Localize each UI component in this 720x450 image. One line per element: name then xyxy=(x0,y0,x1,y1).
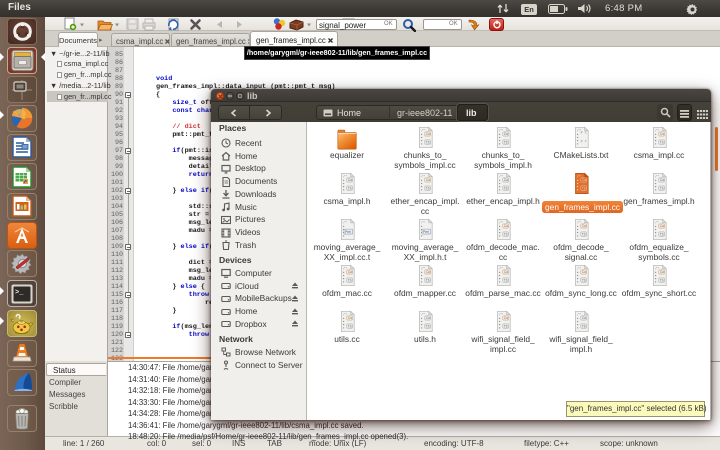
svg-text:/*: /* xyxy=(421,267,425,272)
svg-text:Ca: Ca xyxy=(426,316,430,320)
svg-text:Tb: Tb xyxy=(348,186,352,190)
svg-text:/*: /* xyxy=(421,175,425,180)
svg-text:Tb: Tb xyxy=(660,278,664,282)
svg-text:Tb: Tb xyxy=(504,232,508,236)
svg-text:# T: # T xyxy=(580,140,586,144)
svg-text:Ca: Ca xyxy=(660,178,664,182)
svg-text:/*: /* xyxy=(655,129,659,134)
svg-text:/*: /* xyxy=(499,313,503,318)
svg-text:Tb: Tb xyxy=(660,232,664,236)
svg-text:Tb: Tb xyxy=(426,278,430,282)
svg-text:Perl: Perl xyxy=(345,230,351,234)
svg-text:Tb: Tb xyxy=(582,278,586,282)
svg-text:/*: /* xyxy=(343,267,347,272)
svg-text:/*: /* xyxy=(577,313,581,318)
svg-text:/*: /* xyxy=(499,129,503,134)
svg-text:Tb: Tb xyxy=(504,278,508,282)
svg-text:Ca: Ca xyxy=(504,224,508,228)
svg-text:Ca: Ca xyxy=(582,316,586,320)
svg-text:Ca: Ca xyxy=(660,132,664,136)
svg-text:>_: >_ xyxy=(15,289,24,297)
svg-text:Ca: Ca xyxy=(504,316,508,320)
svg-text:/*: /* xyxy=(499,175,503,180)
svg-text:Tb: Tb xyxy=(582,232,586,236)
svg-text:/*: /* xyxy=(343,221,347,226)
svg-text:Ca: Ca xyxy=(426,132,430,136)
svg-text:/*: /* xyxy=(655,221,659,226)
svg-text:Ca: Ca xyxy=(504,132,508,136)
svg-text:Tb: Tb xyxy=(426,324,430,328)
svg-text:/*: /* xyxy=(499,267,503,272)
svg-text:/*: /* xyxy=(655,175,659,180)
svg-text:/*: /* xyxy=(577,175,581,180)
svg-text:Ca: Ca xyxy=(348,178,352,182)
svg-text:Ca: Ca xyxy=(582,224,586,228)
svg-text:Ca: Ca xyxy=(660,224,664,228)
svg-text:/*: /* xyxy=(577,267,581,272)
svg-text:Ca: Ca xyxy=(348,316,352,320)
svg-text:Tb: Tb xyxy=(348,324,352,328)
svg-text:Ca: Ca xyxy=(348,270,352,274)
svg-text:Ca: Ca xyxy=(582,178,586,182)
svg-text:Tb: Tb xyxy=(426,140,430,144)
svg-text:/*: /* xyxy=(421,221,425,226)
svg-text:Tb: Tb xyxy=(504,140,508,144)
svg-text:Tb: Tb xyxy=(504,324,508,328)
svg-text:/*: /* xyxy=(343,175,347,180)
svg-text:Ca: Ca xyxy=(504,178,508,182)
svg-text:/*: /* xyxy=(655,267,659,272)
svg-text:Tb: Tb xyxy=(660,186,664,190)
svg-text:/*: /* xyxy=(577,221,581,226)
svg-text:Tb: Tb xyxy=(426,186,430,190)
svg-text:Ca: Ca xyxy=(504,270,508,274)
svg-text:Ca: Ca xyxy=(582,270,586,274)
svg-text:Ca: Ca xyxy=(660,270,664,274)
svg-text:Ca: Ca xyxy=(426,270,430,274)
svg-text:/*: /* xyxy=(499,221,503,226)
svg-text:Tb: Tb xyxy=(348,278,352,282)
svg-text:Perl: Perl xyxy=(423,230,429,234)
svg-text:Tb: Tb xyxy=(582,324,586,328)
svg-text:Tb: Tb xyxy=(582,186,586,190)
svg-text:Tb: Tb xyxy=(660,140,664,144)
svg-text:/*: /* xyxy=(343,313,347,318)
svg-text:Tb: Tb xyxy=(504,186,508,190)
svg-text:Ca: Ca xyxy=(426,178,430,182)
svg-text:# C: # C xyxy=(580,131,586,135)
svg-text:/*: /* xyxy=(421,313,425,318)
svg-text:/*: /* xyxy=(421,129,425,134)
